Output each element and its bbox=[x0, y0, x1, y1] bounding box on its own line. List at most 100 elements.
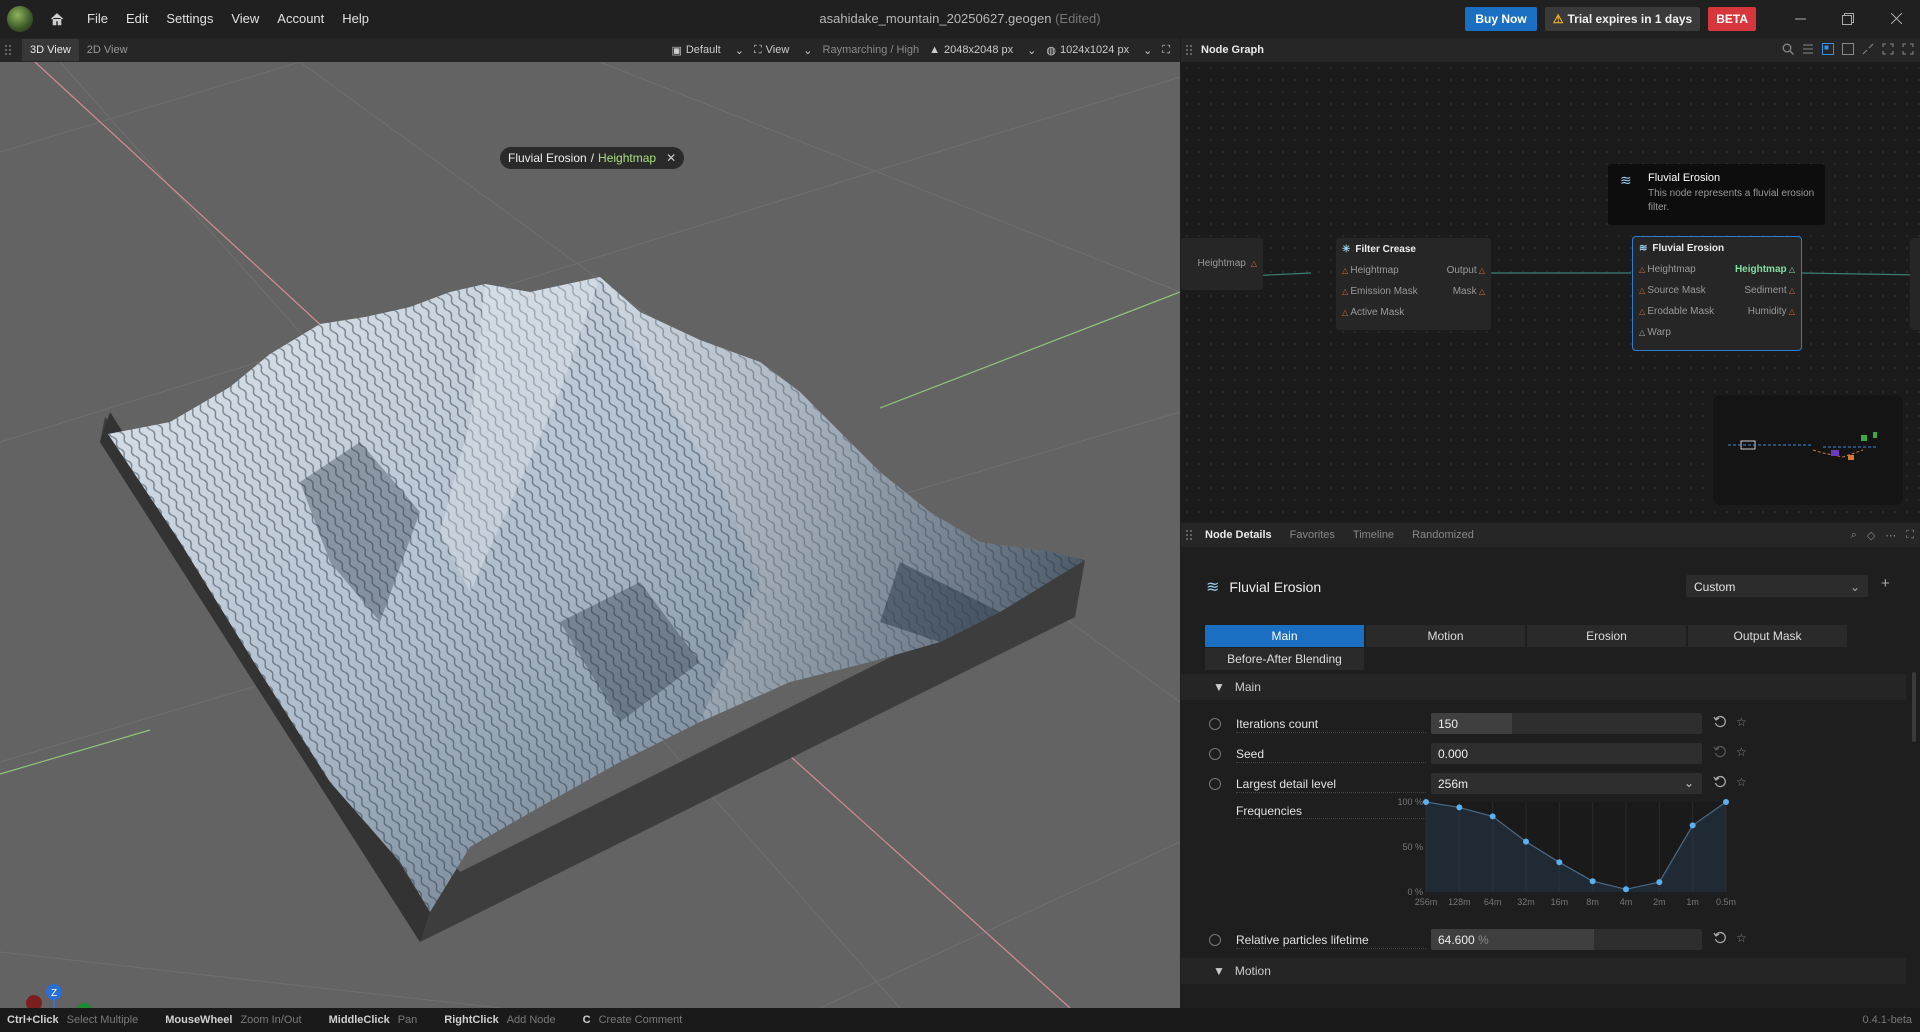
section-motion[interactable]: ▼ Motion bbox=[1181, 958, 1906, 984]
chart-x-tick-label: 16m bbox=[1551, 897, 1569, 907]
collapse-icon[interactable] bbox=[1862, 43, 1874, 58]
port-icon[interactable]: △ bbox=[1477, 287, 1485, 296]
partial-node[interactable]: Heightmap △ bbox=[1181, 238, 1263, 290]
favorite-star-icon[interactable]: ☆ bbox=[1736, 715, 1747, 729]
tab-3d-view[interactable]: 3D View bbox=[22, 39, 79, 61]
tab-node-details[interactable]: Node Details bbox=[1196, 529, 1281, 541]
hint-action: Create Comment bbox=[598, 1014, 683, 1026]
tab-erosion[interactable]: Erosion bbox=[1527, 625, 1686, 647]
menu-view[interactable]: View bbox=[222, 11, 268, 26]
axis-gizmo[interactable]: Z Y X bbox=[10, 977, 100, 1008]
chart-point[interactable] bbox=[1589, 878, 1596, 885]
hint-key: Ctrl+Click bbox=[7, 1014, 59, 1026]
graph-icon[interactable] bbox=[1842, 42, 1854, 58]
expose-radio[interactable] bbox=[1209, 934, 1221, 946]
tab-output-mask[interactable]: Output Mask bbox=[1688, 625, 1847, 647]
tab-2d-view[interactable]: 2D View bbox=[79, 39, 136, 61]
chart-point[interactable] bbox=[1523, 838, 1529, 845]
chart-point[interactable] bbox=[1689, 822, 1696, 829]
close-icon[interactable] bbox=[1872, 0, 1920, 37]
node-graph-minimap[interactable] bbox=[1713, 395, 1903, 505]
drag-handle-icon[interactable] bbox=[1185, 529, 1193, 541]
partial-node-right[interactable] bbox=[1910, 238, 1920, 330]
reset-icon[interactable] bbox=[1713, 745, 1727, 762]
reset-icon[interactable] bbox=[1713, 775, 1727, 792]
chevron-down-icon: ⌄ bbox=[803, 44, 813, 57]
search-icon[interactable]: ⌕ bbox=[1851, 529, 1857, 542]
port-icon[interactable]: △ bbox=[1787, 286, 1795, 295]
node-graph-canvas[interactable]: Heightmap △ ✳ Filter Crease △ Heightmap Ou… bbox=[1181, 62, 1920, 522]
fullscreen-icon[interactable] bbox=[1902, 43, 1914, 58]
details-scrollbar[interactable] bbox=[1912, 672, 1916, 742]
chart-point[interactable] bbox=[1489, 813, 1496, 820]
menu-file[interactable]: File bbox=[78, 11, 117, 26]
diamond-icon[interactable]: ◇ bbox=[1867, 529, 1875, 542]
render-mode[interactable]: Raymarching / High bbox=[823, 44, 920, 56]
chart-point[interactable] bbox=[1556, 859, 1563, 866]
chart-point[interactable] bbox=[1656, 879, 1663, 886]
drag-handle-icon[interactable] bbox=[1185, 44, 1193, 56]
more-icon[interactable]: ⋯ bbox=[1885, 529, 1896, 542]
fullscreen-icon[interactable]: ⛶ bbox=[1162, 44, 1170, 57]
reset-icon[interactable] bbox=[1713, 715, 1727, 732]
tab-favorites[interactable]: Favorites bbox=[1281, 529, 1344, 541]
layout-dropdown[interactable]: ▣ Default ⌄ bbox=[671, 44, 743, 57]
detail-level-dropdown[interactable]: 256m ⌄ bbox=[1431, 773, 1702, 794]
menu-settings[interactable]: Settings bbox=[157, 11, 222, 26]
fullscreen-icon[interactable]: ⛶ bbox=[1906, 529, 1914, 542]
drag-handle-icon[interactable] bbox=[4, 44, 12, 56]
favorite-star-icon[interactable]: ☆ bbox=[1736, 775, 1747, 789]
slider-value: 150 bbox=[1438, 717, 1459, 731]
chart-point[interactable] bbox=[1423, 799, 1429, 805]
menu-edit[interactable]: Edit bbox=[117, 11, 157, 26]
hint-action: Select Multiple bbox=[66, 1014, 139, 1026]
hint-key: MiddleClick bbox=[328, 1014, 390, 1026]
expose-radio[interactable] bbox=[1209, 778, 1221, 790]
texture-resolution-dropdown[interactable]: ◍ 1024x1024 px ⌄ bbox=[1046, 44, 1152, 57]
layout-icon[interactable] bbox=[1822, 42, 1834, 58]
node-fluvial-erosion[interactable]: ≋ Fluvial Erosion △ Heightmap Heightmap △ … bbox=[1632, 236, 1802, 351]
node-filter-crease[interactable]: ✳ Filter Crease △ Heightmap Output △ △ Emi… bbox=[1336, 238, 1491, 330]
chart-point[interactable] bbox=[1723, 799, 1729, 805]
breadcrumb-separator: / bbox=[590, 151, 595, 165]
section-main[interactable]: ▼ Main bbox=[1181, 674, 1906, 700]
3d-viewport[interactable]: Fluvial Erosion / Heightmap ✕ Z Y X bbox=[0, 62, 1180, 1008]
tab-timeline[interactable]: Timeline bbox=[1344, 529, 1403, 541]
view-dropdown[interactable]: ⛶ View ⌄ bbox=[754, 44, 813, 57]
expose-radio[interactable] bbox=[1209, 748, 1221, 760]
menu-account[interactable]: Account bbox=[268, 11, 333, 26]
tab-randomized[interactable]: Randomized bbox=[1403, 529, 1483, 541]
home-icon[interactable] bbox=[50, 11, 66, 27]
preset-dropdown[interactable]: Custom ⌄ bbox=[1686, 575, 1868, 597]
maximize-icon[interactable] bbox=[1824, 0, 1872, 37]
chart-point[interactable] bbox=[1623, 886, 1629, 893]
buy-now-button[interactable]: Buy Now bbox=[1465, 6, 1537, 31]
close-icon[interactable]: ✕ bbox=[666, 151, 676, 165]
add-preset-icon[interactable]: + bbox=[1881, 575, 1890, 592]
port-icon[interactable]: △ bbox=[1787, 265, 1795, 274]
port-icon[interactable]: △ bbox=[1787, 307, 1795, 316]
menu-help[interactable]: Help bbox=[333, 11, 378, 26]
favorite-star-icon[interactable]: ☆ bbox=[1736, 931, 1747, 945]
tab-before-after-blending[interactable]: Before-After Blending bbox=[1205, 648, 1364, 670]
frequencies-curve-editor[interactable]: 256m 128m 64m 32m 16m 8m 4m 2m 1m 0.5m 100 % 50 % 0 … bbox=[1376, 792, 1756, 912]
list-icon[interactable] bbox=[1802, 43, 1814, 58]
trial-badge[interactable]: ⚠ Trial expires in 1 days bbox=[1544, 6, 1701, 31]
reset-icon[interactable] bbox=[1713, 931, 1727, 948]
breadcrumb-output[interactable]: Heightmap bbox=[598, 151, 656, 165]
chart-point[interactable] bbox=[1456, 804, 1463, 811]
breadcrumb-node[interactable]: Fluvial Erosion bbox=[508, 151, 587, 165]
search-icon[interactable] bbox=[1782, 43, 1794, 58]
seed-input[interactable]: 0.000 bbox=[1431, 743, 1702, 764]
expose-radio[interactable] bbox=[1209, 718, 1221, 730]
lifetime-slider[interactable]: 64.600 % bbox=[1431, 929, 1702, 950]
resolution-dropdown[interactable]: ▲ 2048x2048 px ⌄ bbox=[929, 44, 1036, 57]
port-icon[interactable]: △ bbox=[1251, 259, 1257, 268]
tab-main[interactable]: Main bbox=[1205, 625, 1364, 647]
minimize-icon[interactable] bbox=[1776, 0, 1824, 37]
tab-motion[interactable]: Motion bbox=[1366, 625, 1525, 647]
favorite-star-icon[interactable]: ☆ bbox=[1736, 745, 1747, 759]
iterations-slider[interactable]: 150 bbox=[1431, 713, 1702, 734]
frame-icon[interactable] bbox=[1882, 43, 1894, 58]
port-icon[interactable]: △ bbox=[1477, 266, 1485, 275]
